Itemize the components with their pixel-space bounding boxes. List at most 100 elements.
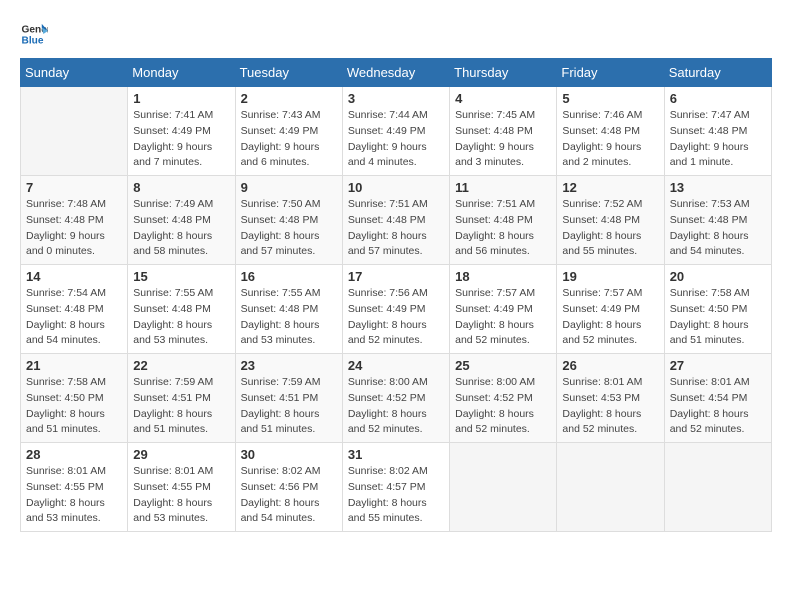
calendar-cell: 30 Sunrise: 8:02 AMSunset: 4:56 PMDayligh…	[235, 443, 342, 532]
calendar-cell: 24Sunrise: 8:00 AMSunset: 4:52 PMDayligh…	[342, 354, 449, 443]
calendar-cell: 19Sunrise: 7:57 AMSunset: 4:49 PMDayligh…	[557, 265, 664, 354]
calendar-cell: 28Sunrise: 8:01 AMSunset: 4:55 PMDayligh…	[21, 443, 128, 532]
day-info: Sunrise: 7:54 AMSunset: 4:48 PMDaylight:…	[26, 286, 122, 349]
day-number: 10	[348, 180, 444, 195]
day-info: Sunrise: 7:55 AMSunset: 4:48 PMDaylight:…	[133, 286, 229, 349]
calendar-cell	[664, 443, 771, 532]
header-tuesday: Tuesday	[235, 59, 342, 87]
day-number: 23	[241, 358, 337, 373]
day-info: Sunrise: 7:55 AMSunset: 4:48 PMDaylight:…	[241, 286, 337, 349]
day-number: 9	[241, 180, 337, 195]
calendar-cell: 14 Sunrise: 7:54 AMSunset: 4:48 PMDayligh…	[21, 265, 128, 354]
calendar-cell: 31 Sunrise: 8:02 AMSunset: 4:57 PMDayligh…	[342, 443, 449, 532]
day-info: Sunrise: 7:47 AMSunset: 4:48 PMDaylight:…	[670, 108, 766, 171]
header-monday: Monday	[128, 59, 235, 87]
day-info: Sunrise: 7:49 AMSunset: 4:48 PMDaylight:…	[133, 197, 229, 260]
day-number: 1	[133, 91, 229, 106]
day-info: Sunrise: 7:51 AMSunset: 4:48 PMDaylight:…	[455, 197, 551, 260]
calendar-week-5: 28 Sunrise: 8:01 AMSunset: 4:55 PMDayligh…	[21, 443, 772, 532]
day-number: 21	[26, 358, 122, 373]
day-info: Sunrise: 7:57 AMSunset: 4:49 PMDaylight:…	[455, 286, 551, 349]
calendar-week-4: 21 Sunrise: 7:58 AMSunset: 4:50 PMDayligh…	[21, 354, 772, 443]
calendar-cell: 27 Sunrise: 8:01 AMSunset: 4:54 PMDayligh…	[664, 354, 771, 443]
day-number: 17	[348, 269, 444, 284]
day-info: Sunrise: 7:43 AMSunset: 4:49 PMDaylight:…	[241, 108, 337, 171]
calendar-cell	[557, 443, 664, 532]
page-header: General Blue	[20, 20, 772, 48]
day-info: Sunrise: 7:59 AMSunset: 4:51 PMDaylight:…	[133, 375, 229, 438]
calendar-cell: 11 Sunrise: 7:51 AMSunset: 4:48 PMDayligh…	[450, 176, 557, 265]
calendar-cell: 22 Sunrise: 7:59 AMSunset: 4:51 PMDayligh…	[128, 354, 235, 443]
calendar-cell: 13 Sunrise: 7:53 AMSunset: 4:48 PMDayligh…	[664, 176, 771, 265]
day-number: 28	[26, 447, 122, 462]
calendar-week-3: 14 Sunrise: 7:54 AMSunset: 4:48 PMDayligh…	[21, 265, 772, 354]
day-number: 19	[562, 269, 658, 284]
calendar-cell: 6 Sunrise: 7:47 AMSunset: 4:48 PMDaylight…	[664, 87, 771, 176]
calendar-cell: 26Sunrise: 8:01 AMSunset: 4:53 PMDayligh…	[557, 354, 664, 443]
day-info: Sunrise: 7:46 AMSunset: 4:48 PMDaylight:…	[562, 108, 658, 171]
header-wednesday: Wednesday	[342, 59, 449, 87]
day-info: Sunrise: 7:58 AMSunset: 4:50 PMDaylight:…	[26, 375, 122, 438]
day-info: Sunrise: 7:53 AMSunset: 4:48 PMDaylight:…	[670, 197, 766, 260]
day-info: Sunrise: 7:41 AMSunset: 4:49 PMDaylight:…	[133, 108, 229, 171]
calendar-cell: 3 Sunrise: 7:44 AMSunset: 4:49 PMDaylight…	[342, 87, 449, 176]
header-friday: Friday	[557, 59, 664, 87]
day-number: 13	[670, 180, 766, 195]
day-number: 14	[26, 269, 122, 284]
day-info: Sunrise: 8:01 AMSunset: 4:54 PMDaylight:…	[670, 375, 766, 438]
calendar-cell: 8 Sunrise: 7:49 AMSunset: 4:48 PMDaylight…	[128, 176, 235, 265]
calendar-cell: 25 Sunrise: 8:00 AMSunset: 4:52 PMDayligh…	[450, 354, 557, 443]
calendar-cell	[450, 443, 557, 532]
day-number: 22	[133, 358, 229, 373]
calendar-cell: 15 Sunrise: 7:55 AMSunset: 4:48 PMDayligh…	[128, 265, 235, 354]
day-info: Sunrise: 7:45 AMSunset: 4:48 PMDaylight:…	[455, 108, 551, 171]
calendar-cell: 5 Sunrise: 7:46 AMSunset: 4:48 PMDaylight…	[557, 87, 664, 176]
day-info: Sunrise: 8:01 AMSunset: 4:55 PMDaylight:…	[133, 464, 229, 527]
day-info: Sunrise: 8:01 AMSunset: 4:53 PMDaylight:…	[562, 375, 658, 438]
day-info: Sunrise: 7:50 AMSunset: 4:48 PMDaylight:…	[241, 197, 337, 260]
day-info: Sunrise: 8:02 AMSunset: 4:56 PMDaylight:…	[241, 464, 337, 527]
day-info: Sunrise: 7:58 AMSunset: 4:50 PMDaylight:…	[670, 286, 766, 349]
header-sunday: Sunday	[21, 59, 128, 87]
day-number: 18	[455, 269, 551, 284]
day-number: 27	[670, 358, 766, 373]
logo: General Blue	[20, 20, 52, 48]
day-number: 8	[133, 180, 229, 195]
calendar-cell: 16 Sunrise: 7:55 AMSunset: 4:48 PMDayligh…	[235, 265, 342, 354]
day-info: Sunrise: 8:02 AMSunset: 4:57 PMDaylight:…	[348, 464, 444, 527]
day-number: 11	[455, 180, 551, 195]
header-thursday: Thursday	[450, 59, 557, 87]
calendar-cell: 21 Sunrise: 7:58 AMSunset: 4:50 PMDayligh…	[21, 354, 128, 443]
day-info: Sunrise: 8:00 AMSunset: 4:52 PMDaylight:…	[455, 375, 551, 438]
day-info: Sunrise: 7:52 AMSunset: 4:48 PMDaylight:…	[562, 197, 658, 260]
calendar-week-1: 1 Sunrise: 7:41 AMSunset: 4:49 PMDaylight…	[21, 87, 772, 176]
day-number: 12	[562, 180, 658, 195]
header-saturday: Saturday	[664, 59, 771, 87]
day-number: 3	[348, 91, 444, 106]
day-info: Sunrise: 7:59 AMSunset: 4:51 PMDaylight:…	[241, 375, 337, 438]
calendar-cell	[21, 87, 128, 176]
calendar-week-2: 7 Sunrise: 7:48 AMSunset: 4:48 PMDaylight…	[21, 176, 772, 265]
calendar-cell: 17Sunrise: 7:56 AMSunset: 4:49 PMDayligh…	[342, 265, 449, 354]
day-number: 5	[562, 91, 658, 106]
calendar-cell: 12 Sunrise: 7:52 AMSunset: 4:48 PMDayligh…	[557, 176, 664, 265]
calendar-cell: 10 Sunrise: 7:51 AMSunset: 4:48 PMDayligh…	[342, 176, 449, 265]
day-info: Sunrise: 7:44 AMSunset: 4:49 PMDaylight:…	[348, 108, 444, 171]
day-number: 15	[133, 269, 229, 284]
calendar-cell: 20 Sunrise: 7:58 AMSunset: 4:50 PMDayligh…	[664, 265, 771, 354]
calendar-header-row: SundayMondayTuesdayWednesdayThursdayFrid…	[21, 59, 772, 87]
calendar-cell: 29 Sunrise: 8:01 AMSunset: 4:55 PMDayligh…	[128, 443, 235, 532]
svg-text:Blue: Blue	[22, 35, 44, 46]
day-number: 25	[455, 358, 551, 373]
day-number: 29	[133, 447, 229, 462]
day-number: 20	[670, 269, 766, 284]
day-number: 7	[26, 180, 122, 195]
day-info: Sunrise: 7:51 AMSunset: 4:48 PMDaylight:…	[348, 197, 444, 260]
calendar-cell: 4Sunrise: 7:45 AMSunset: 4:48 PMDaylight…	[450, 87, 557, 176]
day-number: 30	[241, 447, 337, 462]
day-number: 16	[241, 269, 337, 284]
day-number: 31	[348, 447, 444, 462]
day-number: 6	[670, 91, 766, 106]
calendar-cell: 23 Sunrise: 7:59 AMSunset: 4:51 PMDayligh…	[235, 354, 342, 443]
day-info: Sunrise: 7:48 AMSunset: 4:48 PMDaylight:…	[26, 197, 122, 260]
